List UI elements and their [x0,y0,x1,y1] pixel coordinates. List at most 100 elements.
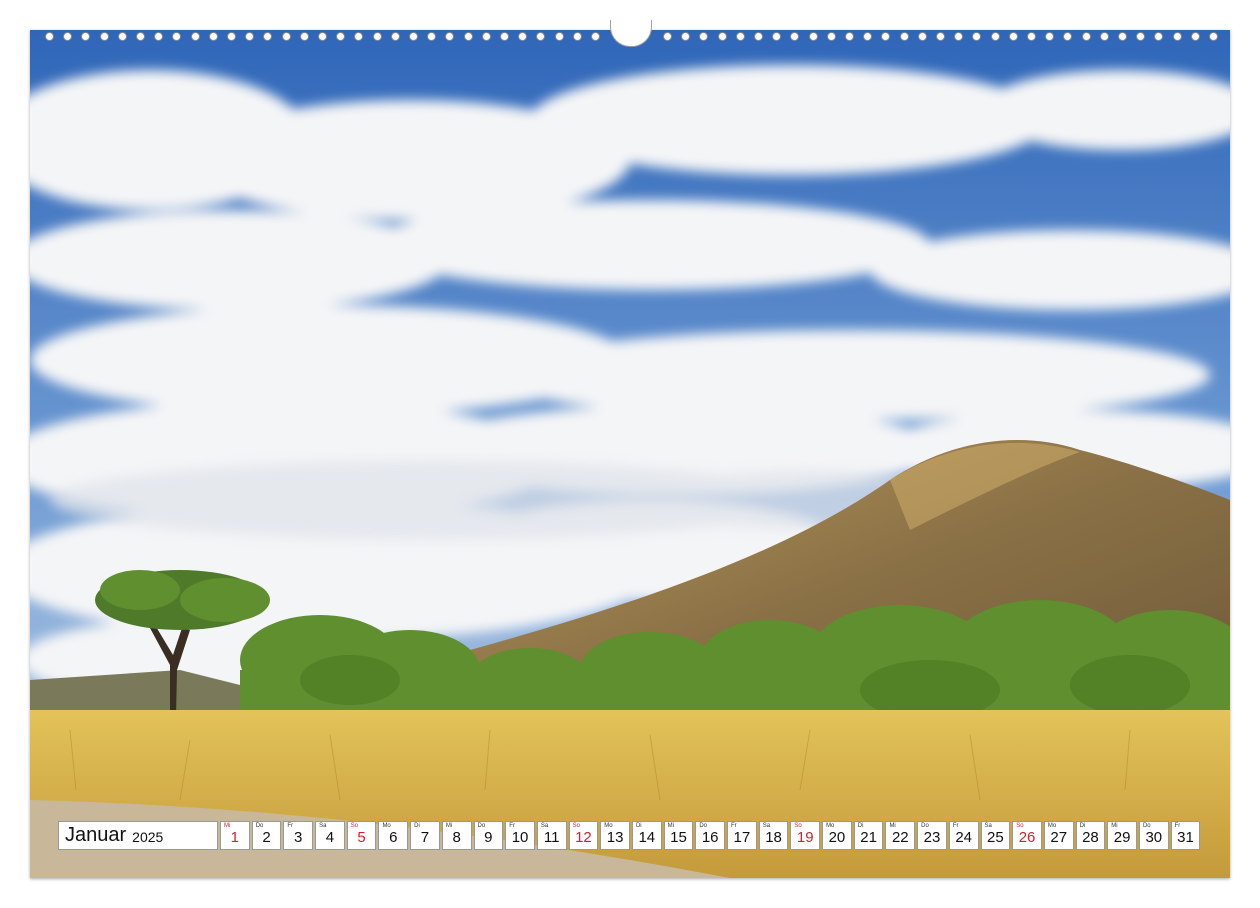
binding-hole [918,32,927,41]
binding-hole [464,32,473,41]
binding-hole [1154,32,1163,41]
binding-hole [500,32,509,41]
day-number: 2 [262,829,271,846]
binding-hole [591,32,600,41]
binding-hole [573,32,582,41]
binding-hole [245,32,254,41]
day-cell: Fr 24 [948,821,979,850]
day-cell: Mo 27 [1043,821,1074,850]
day-number: 25 [987,829,1004,846]
day-number: 29 [1113,829,1131,846]
day-number: 11 [543,829,560,846]
day-cell: Di 14 [631,821,662,850]
binding-hole [373,32,382,41]
binding-hole [936,32,945,41]
day-number: 7 [420,829,430,846]
day-number: 3 [294,829,303,846]
day-cell: Sa 25 [980,821,1011,850]
day-number: 17 [733,829,751,846]
binding-hole [881,32,890,41]
binding-hole [209,32,218,41]
day-number: 31 [1177,829,1194,846]
day-cell: Sa 4 [315,821,345,850]
binding-hole [336,32,345,41]
day-cell: Mi 15 [663,821,694,850]
day-cell: Mi 1 [220,821,250,850]
day-cell: Sa 18 [758,821,789,850]
binding-hole [118,32,127,41]
day-cell: Mi 8 [441,821,472,850]
binding-hole [482,32,491,41]
day-cell: So 26 [1012,821,1042,850]
binding-hole [263,32,272,41]
day-number: 12 [575,829,592,846]
binding-hole [1173,32,1182,41]
binding-hole [427,32,436,41]
day-number: 15 [670,829,687,846]
binding-hole [1136,32,1145,41]
day-cell: Di 7 [410,821,440,850]
day-cell: Fr 17 [727,821,757,850]
binding-hole [1100,32,1109,41]
binding-hole [81,32,90,41]
binding-hole [827,32,836,41]
binding-hole [445,32,454,41]
day-cell: Fr 31 [1170,821,1201,850]
binding-hole [100,32,109,41]
binding-hole [900,32,909,41]
day-number: 30 [1145,829,1163,846]
day-cell: Do 9 [473,821,504,850]
day-cell: Do 16 [695,821,725,850]
day-number: 9 [484,829,493,846]
binding-hole [45,32,54,41]
binding-hole [172,32,181,41]
day-number: 1 [230,829,240,846]
binding-hole [227,32,236,41]
day-cell: Do 30 [1138,821,1169,850]
binding-hole [699,32,708,41]
day-number: 6 [389,829,398,846]
binding-hole [1063,32,1072,41]
day-number: 10 [511,829,529,846]
day-cell: Di 21 [853,821,884,850]
calendar-page [30,30,1230,878]
day-number: 26 [1018,829,1036,846]
binding-hole [391,32,400,41]
binding-hole [1082,32,1091,41]
day-cell: Mi 29 [1107,821,1137,850]
day-cell: Do 2 [251,821,282,850]
binding-hole [991,32,1000,41]
binding-hole [1118,32,1127,41]
day-number: 20 [828,829,846,846]
binding-hole [790,32,799,41]
binding-hole [136,32,145,41]
day-number: 13 [606,829,624,846]
binding-hole [1209,32,1218,41]
binding-hole [845,32,854,41]
binding-hole [518,32,527,41]
binding-hole [718,32,727,41]
day-number: 18 [765,829,782,846]
binding-hole [1045,32,1054,41]
binding-hole [409,32,418,41]
day-cell: Mo 20 [822,821,852,850]
day-cell: So 19 [790,821,821,850]
day-number: 14 [638,829,656,846]
day-number: 21 [860,829,877,846]
day-cell: Sa 11 [536,821,567,850]
day-cell: Mo 13 [600,821,630,850]
binding-hole [1027,32,1036,41]
day-number: 16 [701,829,719,846]
day-cell: So 12 [568,821,599,850]
binding-hole [1191,32,1200,41]
binding-hole [754,32,763,41]
day-cell: Mi 22 [885,821,916,850]
binding-hole [772,32,781,41]
binding-hole [536,32,545,41]
savanna-landscape-photo [30,30,1230,878]
day-number: 4 [325,829,335,846]
binding-hole [63,32,72,41]
day-number: 22 [891,829,909,846]
binding-hole [954,32,963,41]
binding-hole [191,32,200,41]
